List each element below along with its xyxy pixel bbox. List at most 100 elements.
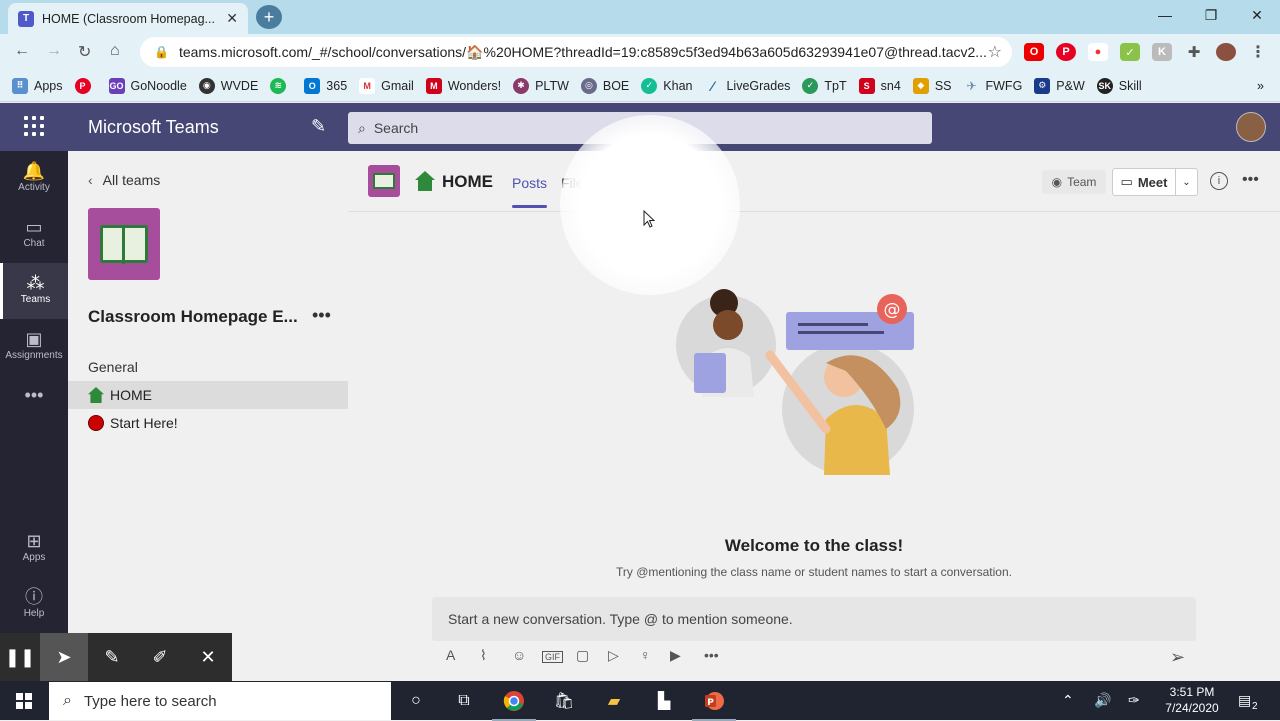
svg-text:P: P bbox=[707, 698, 714, 708]
minimize-icon[interactable]: — bbox=[1142, 0, 1188, 30]
bookmark-star-icon[interactable]: ☆ bbox=[988, 42, 1002, 62]
reload-icon[interactable]: ↻ bbox=[78, 42, 91, 62]
notifications-icon[interactable]: ▤ bbox=[1238, 692, 1251, 709]
rail-chat[interactable]: ▭ Chat bbox=[0, 207, 68, 263]
opera-extension-icon[interactable]: O bbox=[1024, 43, 1044, 61]
forward-icon[interactable]: → bbox=[46, 42, 62, 60]
back-icon[interactable]: ← bbox=[14, 42, 30, 60]
bookmark-skill[interactable]: SK Skill bbox=[1096, 77, 1142, 94]
screencast-extension-icon[interactable]: ● bbox=[1088, 43, 1108, 61]
gif-icon[interactable]: GIF bbox=[542, 651, 563, 663]
bookmark-gmail[interactable]: M Gmail bbox=[359, 77, 414, 94]
new-chat-icon[interactable]: ✎ bbox=[311, 116, 326, 137]
attach-icon[interactable]: ⌇ bbox=[480, 647, 487, 664]
channel-start-here[interactable]: Start Here! bbox=[68, 409, 348, 437]
tab-files[interactable]: Files bbox=[561, 175, 591, 191]
chevron-up-icon[interactable]: ⌃ bbox=[1062, 692, 1074, 709]
new-tab-button[interactable]: + bbox=[256, 5, 282, 29]
windows-logo-icon bbox=[16, 692, 32, 709]
chrome-icon[interactable] bbox=[492, 687, 536, 721]
more-compose-icon[interactable]: ••• bbox=[704, 647, 719, 663]
sticker-icon[interactable]: ▢ bbox=[576, 647, 589, 664]
all-teams-link[interactable]: ‹ All teams bbox=[88, 172, 160, 188]
bookmark-wonders[interactable]: M Wonders! bbox=[425, 77, 501, 94]
rail-activity[interactable]: 🔔 Activity bbox=[0, 151, 68, 207]
highlighter-icon[interactable]: ✐ bbox=[136, 633, 184, 681]
rail-help[interactable]: ⓘ Help bbox=[0, 577, 68, 633]
bookmark-wvde[interactable]: ◉ WVDE bbox=[198, 77, 258, 94]
pointer-icon[interactable]: ➤ bbox=[40, 633, 88, 681]
file-explorer-icon[interactable]: ▰ bbox=[600, 687, 628, 715]
start-button[interactable] bbox=[0, 681, 48, 720]
pen-workspace-icon[interactable]: ✑ bbox=[1128, 692, 1140, 709]
search-input[interactable]: ⌕ Search bbox=[348, 112, 932, 144]
apps-icon: ⊞ bbox=[26, 531, 42, 551]
search-placeholder: Search bbox=[373, 120, 419, 136]
bookmark-pltw[interactable]: ✱ PLTW bbox=[513, 77, 569, 94]
user-avatar[interactable] bbox=[1236, 112, 1266, 142]
rail-apps[interactable]: ⊞ Apps bbox=[0, 521, 68, 577]
bookmark-sn4[interactable]: Ssn4 bbox=[858, 77, 901, 94]
team-more-icon[interactable]: ••• bbox=[312, 305, 331, 326]
task-view-icon[interactable]: ⧉ bbox=[450, 687, 478, 715]
stream-icon[interactable]: ▶ bbox=[670, 647, 681, 664]
bookmark-pinterest[interactable]: P bbox=[74, 77, 97, 94]
meet-button[interactable]: ▭ Meet ⌄ bbox=[1112, 168, 1198, 196]
bookmark-tpt[interactable]: ✓ TpT bbox=[802, 77, 847, 94]
format-icon[interactable]: A bbox=[446, 647, 455, 663]
home-icon[interactable]: ⌂ bbox=[110, 42, 120, 60]
send-icon[interactable]: ➢ bbox=[1170, 647, 1185, 668]
emoji-icon[interactable]: ☺ bbox=[512, 647, 526, 663]
cortana-icon[interactable]: ○ bbox=[402, 687, 430, 715]
rail-more[interactable]: ••• bbox=[0, 375, 68, 431]
volume-icon[interactable]: 🔊 bbox=[1094, 692, 1111, 709]
sticky-notes-icon[interactable]: ▙ bbox=[650, 687, 678, 715]
bookmark-boe[interactable]: ◎ BOE bbox=[580, 77, 629, 94]
restore-icon[interactable]: ❐ bbox=[1188, 0, 1234, 30]
pinterest-icon: P bbox=[74, 77, 91, 94]
grammar-extension-icon[interactable]: ✓ bbox=[1120, 43, 1140, 61]
rail-assignments[interactable]: ▣ Assignments bbox=[0, 319, 68, 375]
bookmark-fwfg[interactable]: ✈ FWFG bbox=[964, 78, 1022, 94]
info-icon[interactable]: i bbox=[1210, 172, 1228, 190]
praise-icon[interactable]: ♀ bbox=[640, 647, 651, 663]
store-icon[interactable]: 🛍 bbox=[550, 687, 578, 715]
search-icon: ⌕ bbox=[358, 119, 366, 136]
more-options-icon[interactable]: ••• bbox=[1242, 171, 1259, 189]
chevron-down-icon[interactable]: ⌄ bbox=[1175, 169, 1197, 195]
add-tab-icon[interactable]: + bbox=[656, 171, 668, 194]
close-tab-icon[interactable]: ✕ bbox=[226, 10, 238, 27]
close-window-icon[interactable]: ✕ bbox=[1234, 0, 1280, 30]
rail-teams[interactable]: ⁂ Teams bbox=[0, 263, 68, 319]
system-clock[interactable]: 3:51 PM 7/24/2020 bbox=[1152, 684, 1232, 716]
bookmark-ss[interactable]: ◆ SS bbox=[912, 77, 952, 94]
channel-home[interactable]: HOME bbox=[68, 381, 348, 409]
bookmark-gonoodle[interactable]: GO GoNoodle bbox=[108, 77, 187, 94]
meet-now-icon[interactable]: ▷ bbox=[608, 647, 619, 664]
pause-icon[interactable]: ❚❚ bbox=[0, 633, 40, 681]
tab-notes[interactable]: Notes bbox=[604, 175, 641, 191]
browser-tab[interactable]: T HOME (Classroom Homepag... ✕ bbox=[8, 3, 248, 34]
bookmark-pw[interactable]: ⚙ P&W bbox=[1034, 77, 1085, 94]
new-conversation-input[interactable]: Start a new conversation. Type @ to ment… bbox=[432, 597, 1196, 641]
bookmark-spotify[interactable]: ≋ bbox=[270, 77, 292, 94]
taskbar-search[interactable]: ⌕ Type here to search bbox=[49, 682, 391, 720]
bookmarks-more[interactable]: » bbox=[1257, 79, 1264, 93]
bookmark-apps[interactable]: ⠿ Apps bbox=[12, 77, 63, 94]
team-button[interactable]: ◉ Team bbox=[1042, 170, 1106, 194]
chrome-menu-icon[interactable]: ⋮ bbox=[1248, 43, 1268, 61]
bookmark-livegrades[interactable]: ⁄ LiveGrades bbox=[704, 78, 790, 94]
close-icon[interactable]: ✕ bbox=[184, 633, 232, 681]
k-extension-icon[interactable]: K bbox=[1152, 43, 1172, 61]
channel-general[interactable]: General bbox=[88, 359, 138, 375]
bookmark-khan[interactable]: ✓ Khan bbox=[641, 77, 692, 94]
tab-posts[interactable]: Posts bbox=[512, 175, 548, 208]
pen-icon[interactable]: ✎ bbox=[88, 633, 136, 681]
app-launcher-icon[interactable] bbox=[24, 116, 44, 136]
powerpoint-icon[interactable]: P bbox=[692, 687, 736, 721]
bookmark-365[interactable]: O 365 bbox=[304, 77, 347, 94]
pinterest-extension-icon[interactable]: P bbox=[1056, 43, 1076, 61]
address-bar[interactable]: 🔒 teams.microsoft.com/_#/school/conversa… bbox=[140, 37, 1012, 67]
extensions-puzzle-icon[interactable]: ✚ bbox=[1184, 43, 1204, 61]
profile-avatar[interactable] bbox=[1216, 43, 1236, 61]
